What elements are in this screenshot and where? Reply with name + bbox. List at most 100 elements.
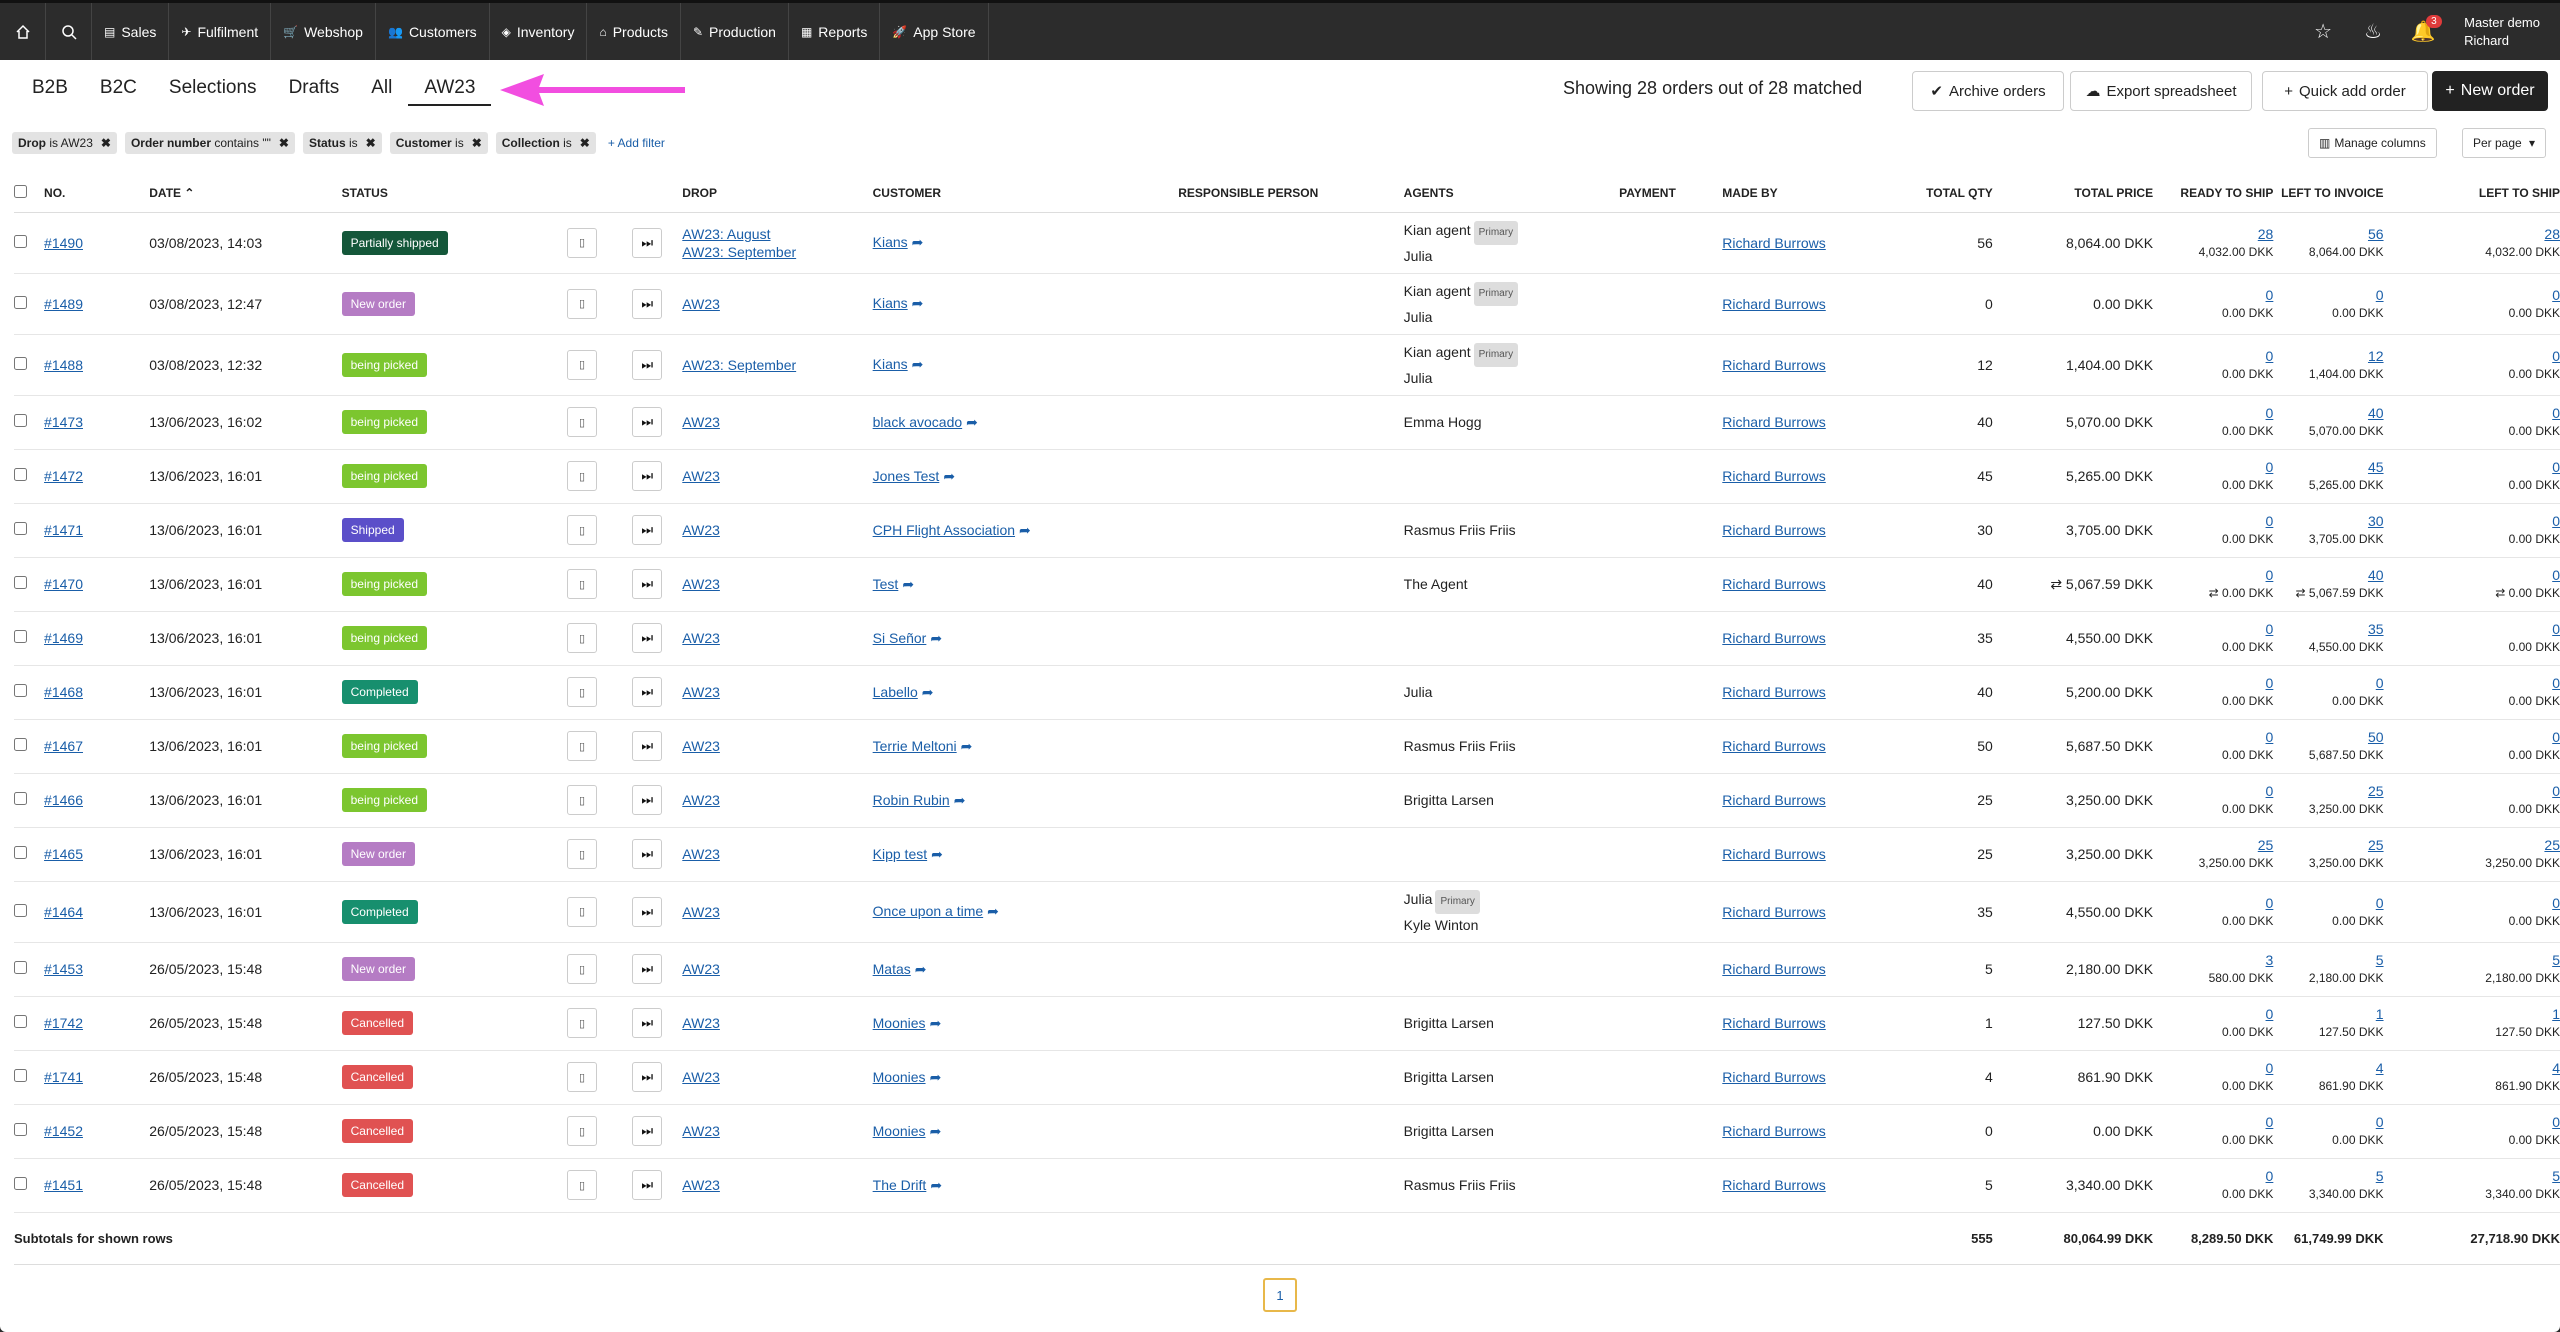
nav-item-production[interactable]: ✎ Production [681, 3, 789, 60]
customer-link[interactable]: Si Señor [873, 630, 927, 646]
left-to-invoice-qty-link[interactable]: 5 [2376, 952, 2384, 968]
fast-forward-icon[interactable]: ⏭ [632, 1062, 663, 1092]
left-to-invoice-qty-link[interactable]: 35 [2368, 621, 2384, 637]
ready-to-ship-qty-link[interactable]: 0 [2266, 621, 2274, 637]
order-number-link[interactable]: #1472 [44, 468, 83, 484]
fast-forward-icon[interactable]: ⏭ [632, 731, 663, 761]
made-by-link[interactable]: Richard Burrows [1722, 904, 1825, 920]
share-arrow-icon[interactable]: ➦ [930, 1123, 942, 1139]
home-icon[interactable] [0, 3, 46, 60]
made-by-link[interactable]: Richard Burrows [1722, 296, 1825, 312]
ready-to-ship-qty-link[interactable]: 0 [2266, 729, 2274, 745]
left-to-invoice-qty-link[interactable]: 40 [2368, 567, 2384, 583]
customer-link[interactable]: Kians [873, 234, 908, 250]
document-icon[interactable]: ▯ [567, 954, 598, 984]
made-by-link[interactable]: Richard Burrows [1722, 846, 1825, 862]
drop-link[interactable]: AW23 [682, 468, 720, 484]
nav-item-products[interactable]: ⌂ Products [587, 3, 681, 60]
share-arrow-icon[interactable]: ➦ [943, 468, 955, 484]
left-to-invoice-qty-link[interactable]: 12 [2368, 348, 2384, 364]
filter-chip[interactable]: Collection is ✖ [495, 132, 596, 154]
drop-link[interactable]: AW23: August [682, 226, 770, 242]
customer-link[interactable]: Moonies [873, 1069, 926, 1085]
drop-link[interactable]: AW23 [682, 846, 720, 862]
fast-forward-icon[interactable]: ⏭ [632, 1116, 663, 1146]
ready-to-ship-qty-link[interactable]: 0 [2266, 459, 2274, 475]
made-by-link[interactable]: Richard Burrows [1722, 576, 1825, 592]
tab-aw23[interactable]: AW23 [408, 74, 492, 106]
fast-forward-icon[interactable]: ⏭ [632, 461, 663, 491]
table-row[interactable]: #1467 13/06/2023, 16:01 being picked ▯ ⏭ AW23… [14, 719, 2560, 774]
made-by-link[interactable]: Richard Burrows [1722, 1069, 1825, 1085]
share-arrow-icon[interactable]: ➦ [922, 684, 934, 700]
customer-link[interactable]: Once upon a time [873, 903, 984, 919]
customer-link[interactable]: The Drift [873, 1177, 927, 1193]
row-checkbox[interactable] [14, 295, 27, 309]
table-row[interactable]: #1465 13/06/2023, 16:01 New order ▯ ⏭ AW23 Kip… [14, 827, 2560, 882]
table-row[interactable]: #1741 26/05/2023, 15:48 Cancelled ▯ ⏭ AW23 Moo… [14, 1050, 2560, 1105]
fast-forward-icon[interactable]: ⏭ [632, 677, 663, 707]
left-to-invoice-qty-link[interactable]: 40 [2368, 405, 2384, 421]
row-checkbox[interactable] [14, 234, 27, 248]
fast-forward-icon[interactable]: ⏭ [632, 288, 663, 319]
row-checkbox[interactable] [14, 792, 27, 805]
share-arrow-icon[interactable]: ➦ [930, 630, 942, 646]
left-to-ship-qty-link[interactable]: 0 [2552, 405, 2560, 421]
row-checkbox[interactable] [14, 846, 27, 859]
ready-to-ship-qty-link[interactable]: 0 [2266, 1168, 2274, 1184]
table-row[interactable]: #1453 26/05/2023, 15:48 New order ▯ ⏭ AW23 Mat… [14, 942, 2560, 997]
fast-forward-icon[interactable]: ⏭ [632, 1008, 663, 1038]
order-number-link[interactable]: #1465 [44, 846, 83, 862]
manage-columns-button[interactable]: ▥ Manage columns [2308, 128, 2437, 158]
left-to-ship-qty-link[interactable]: 1 [2552, 1006, 2560, 1022]
order-number-link[interactable]: #1490 [44, 235, 83, 251]
table-row[interactable]: #1451 26/05/2023, 15:48 Cancelled ▯ ⏭ AW23 The… [14, 1158, 2560, 1213]
tab-drafts[interactable]: Drafts [273, 74, 356, 106]
document-icon[interactable]: ▯ [567, 461, 598, 491]
column-header-payment[interactable]: Payment [1619, 174, 1723, 213]
order-number-link[interactable]: #1468 [44, 684, 83, 700]
customer-link[interactable]: Kians [873, 356, 908, 372]
left-to-ship-qty-link[interactable]: 0 [2552, 287, 2560, 303]
order-number-link[interactable]: #1466 [44, 792, 83, 808]
row-checkbox[interactable] [14, 903, 27, 917]
customer-link[interactable]: Moonies [873, 1015, 926, 1031]
column-header-left-to-ship[interactable]: Left to ship [2383, 174, 2560, 213]
column-header-no[interactable]: No. [44, 174, 150, 213]
archive-orders-button[interactable]: ✔ Archive orders [1912, 71, 2064, 111]
table-row[interactable]: #1488 03/08/2023, 12:32 being picked ▯ ⏭ AW23… [14, 334, 2560, 396]
customer-link[interactable]: Kians [873, 295, 908, 311]
ready-to-ship-qty-link[interactable]: 0 [2266, 895, 2274, 911]
row-checkbox[interactable] [14, 1015, 27, 1028]
fast-forward-icon[interactable]: ⏭ [632, 785, 663, 815]
ready-to-ship-qty-link[interactable]: 25 [2258, 837, 2274, 853]
ready-to-ship-qty-link[interactable]: 3 [2266, 952, 2274, 968]
order-number-link[interactable]: #1451 [44, 1177, 83, 1193]
made-by-link[interactable]: Richard Burrows [1722, 357, 1825, 373]
column-header-drop[interactable]: Drop [682, 174, 873, 213]
left-to-ship-qty-link[interactable]: 28 [2544, 226, 2560, 242]
left-to-invoice-qty-link[interactable]: 1 [2376, 1006, 2384, 1022]
left-to-invoice-qty-link[interactable]: 4 [2376, 1060, 2384, 1076]
nav-item-sales[interactable]: ▤ Sales [92, 3, 170, 60]
remove-filter-icon[interactable]: ✖ [101, 136, 111, 150]
left-to-ship-qty-link[interactable]: 0 [2552, 348, 2560, 364]
share-arrow-icon[interactable]: ➦ [931, 846, 943, 862]
column-header-made-by[interactable]: Made by [1722, 174, 1878, 213]
star-icon[interactable]: ☆ [2298, 3, 2348, 60]
document-icon[interactable]: ▯ [567, 896, 598, 927]
left-to-invoice-qty-link[interactable]: 0 [2376, 1114, 2384, 1130]
order-number-link[interactable]: #1741 [44, 1069, 83, 1085]
left-to-ship-qty-link[interactable]: 5 [2552, 1168, 2560, 1184]
quick-add-order-button[interactable]: + Quick add order [2262, 71, 2428, 111]
ready-to-ship-qty-link[interactable]: 0 [2266, 675, 2274, 691]
customer-link[interactable]: Matas [873, 961, 911, 977]
ready-to-ship-qty-link[interactable]: 0 [2266, 783, 2274, 799]
row-checkbox[interactable] [14, 630, 27, 643]
left-to-invoice-qty-link[interactable]: 50 [2368, 729, 2384, 745]
share-arrow-icon[interactable]: ➦ [912, 295, 924, 311]
left-to-ship-qty-link[interactable]: 4 [2552, 1060, 2560, 1076]
table-row[interactable]: #1466 13/06/2023, 16:01 being picked ▯ ⏭ AW23… [14, 773, 2560, 828]
document-icon[interactable]: ▯ [567, 569, 598, 599]
drop-link[interactable]: AW23 [682, 1069, 720, 1085]
